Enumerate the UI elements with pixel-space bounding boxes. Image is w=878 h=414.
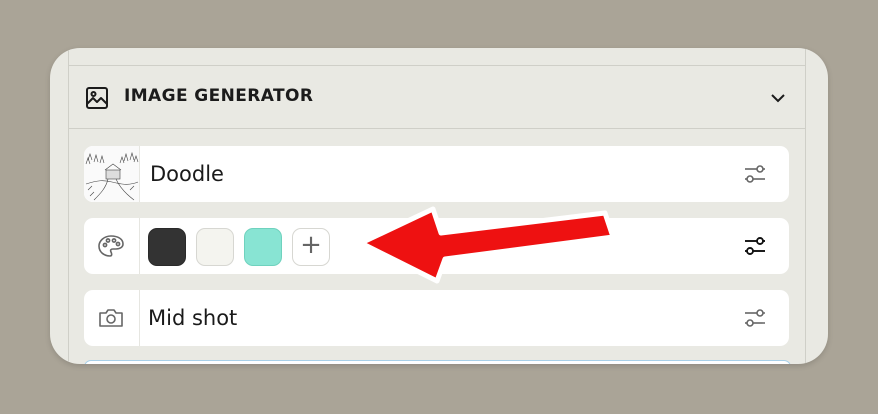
red-arrow-pointer <box>358 206 616 284</box>
color-swatch-mint[interactable] <box>244 228 282 266</box>
sliders-icon[interactable] <box>744 235 766 261</box>
chevron-down-icon[interactable] <box>768 88 788 112</box>
color-swatch-offwhite[interactable] <box>196 228 234 266</box>
sliders-icon[interactable] <box>744 163 766 189</box>
header-divider <box>68 128 806 129</box>
style-row[interactable]: Doodle <box>84 146 789 202</box>
style-label: Doodle <box>150 162 224 186</box>
next-row-partial[interactable] <box>84 360 791 364</box>
row-separator <box>139 146 140 202</box>
camera-icon <box>97 306 125 334</box>
palette-icon <box>97 234 125 262</box>
panel-header[interactable]: IMAGE GENERATOR <box>68 66 806 128</box>
color-swatch-dark[interactable] <box>148 228 186 266</box>
add-color-button[interactable]: + <box>292 228 330 266</box>
sliders-icon[interactable] <box>744 307 766 333</box>
panel-title: IMAGE GENERATOR <box>124 86 314 106</box>
doodle-thumbnail <box>84 146 140 202</box>
row-separator <box>139 290 140 346</box>
image-icon <box>85 86 109 114</box>
shot-row[interactable]: Mid shot <box>84 290 789 346</box>
shot-label: Mid shot <box>148 306 238 330</box>
row-separator <box>139 218 140 274</box>
